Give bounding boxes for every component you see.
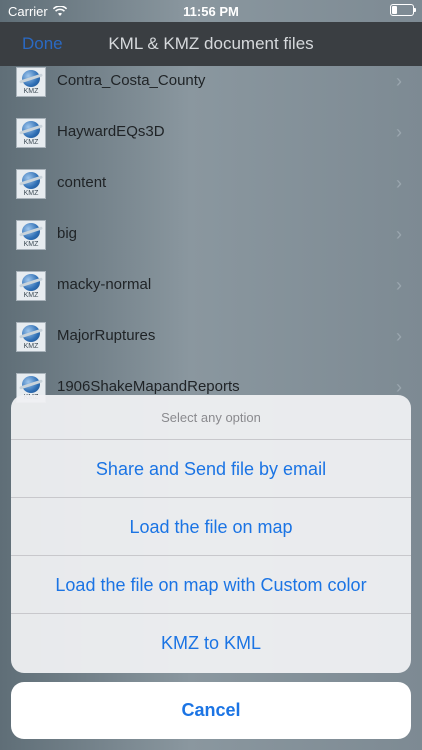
load-custom-color-button[interactable]: Load the file on map with Custom color [11, 556, 411, 614]
file-row[interactable]: KMZ MajorRuptures › [0, 311, 422, 362]
status-time: 11:56 PM [183, 4, 239, 19]
action-sheet: Select any option Share and Send file by… [11, 395, 411, 673]
kmz-file-icon: KMZ [16, 169, 46, 199]
file-name: 1906ShakeMapandReports [57, 378, 240, 395]
page-title: KML & KMZ document files [108, 34, 314, 53]
file-row[interactable]: KMZ Contra_Costa_County › [0, 56, 422, 107]
battery-icon [390, 4, 416, 16]
file-name: Contra_Costa_County [57, 72, 206, 89]
file-row[interactable]: KMZ HaywardEQs3D › [0, 107, 422, 158]
kmz-file-icon: KMZ [16, 118, 46, 148]
chevron-right-icon: › [396, 326, 402, 346]
cancel-button[interactable]: Cancel [11, 682, 411, 739]
chevron-right-icon: › [396, 224, 402, 244]
chevron-right-icon: › [396, 173, 402, 193]
status-right [390, 4, 416, 19]
file-list: KMZ Contra_Costa_County › KMZ HaywardEQs… [0, 56, 422, 413]
chevron-right-icon: › [396, 122, 402, 142]
file-name: MajorRuptures [57, 327, 156, 344]
file-name: big [57, 225, 78, 242]
action-sheet-title: Select any option [11, 395, 411, 440]
kmz-to-kml-button[interactable]: KMZ to KML [11, 614, 411, 672]
kmz-file-icon: KMZ [16, 322, 46, 352]
file-row[interactable]: KMZ content › [0, 158, 422, 209]
chevron-right-icon: › [396, 275, 402, 295]
kmz-file-icon: KMZ [16, 271, 46, 301]
file-name: HaywardEQs3D [57, 123, 165, 140]
file-row[interactable]: KMZ big › [0, 209, 422, 260]
file-name: macky-normal [57, 276, 152, 293]
file-row[interactable]: KMZ macky-normal › [0, 260, 422, 311]
share-email-button[interactable]: Share and Send file by email [11, 440, 411, 498]
file-name: content [57, 174, 107, 191]
status-bar: Carrier 11:56 PM [0, 0, 422, 22]
kmz-file-icon: KMZ [16, 220, 46, 250]
kmz-file-icon: KMZ [16, 67, 46, 97]
chevron-right-icon: › [396, 71, 402, 91]
load-on-map-button[interactable]: Load the file on map [11, 498, 411, 556]
